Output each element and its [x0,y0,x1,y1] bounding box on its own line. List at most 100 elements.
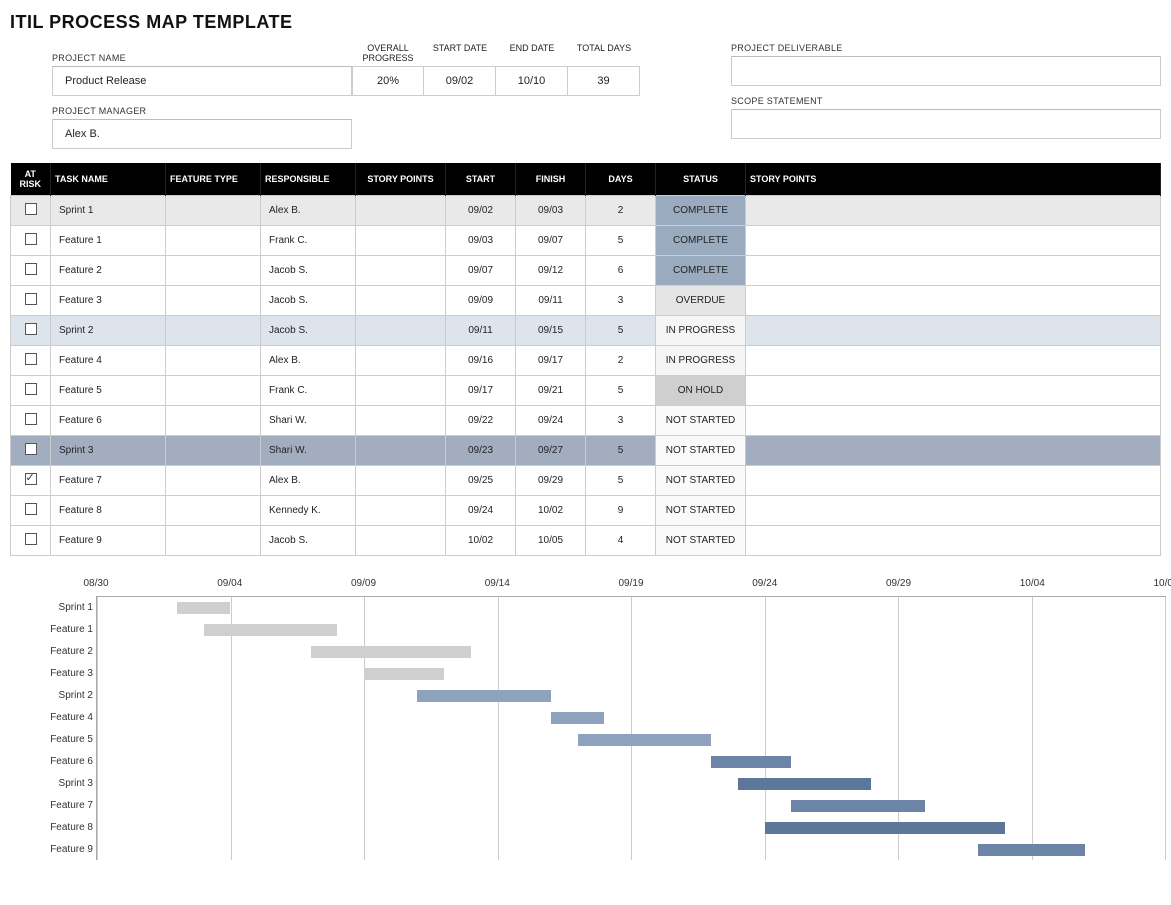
table-row: Feature 7Alex B.09/2509/295NOT STARTED [11,466,1161,496]
at-risk-checkbox[interactable] [25,293,37,305]
page-title: ITIL PROCESS MAP TEMPLATE [10,12,1161,33]
axis-tick: 10/04 [1020,578,1045,589]
task-name-cell: Feature 6 [51,406,166,436]
gantt-chart: 08/3009/0409/0909/1409/1909/2409/2910/04… [10,578,1161,860]
task-name-cell: Feature 1 [51,226,166,256]
days-cell: 5 [586,316,656,346]
table-row: Feature 5Frank C.09/1709/215ON HOLD [11,376,1161,406]
at-risk-checkbox[interactable] [25,443,37,455]
status-cell: NOT STARTED [656,406,746,436]
gantt-bar [738,778,872,790]
gantt-bar [204,624,338,636]
col-responsible: RESPONSIBLE [261,163,356,196]
col-days: DAYS [586,163,656,196]
start-cell: 09/24 [446,496,516,526]
end-date-value: 10/10 [496,66,568,96]
table-row: Feature 2Jacob S.09/0709/126COMPLETE [11,256,1161,286]
col-status: STATUS [656,163,746,196]
gantt-row: Feature 3 [97,663,1165,685]
project-deliverable-field[interactable] [731,56,1161,86]
responsible-cell: Alex B. [261,346,356,376]
start-date-value: 09/02 [424,66,496,96]
responsible-cell: Shari W. [261,406,356,436]
responsible-cell: Alex B. [261,466,356,496]
axis-tick: 09/24 [752,578,777,589]
gantt-bar [711,756,791,768]
status-cell: NOT STARTED [656,496,746,526]
story-points-2-cell [746,286,1161,316]
at-risk-checkbox[interactable] [25,353,37,365]
at-risk-checkbox[interactable] [25,233,37,245]
gantt-bar [311,646,471,658]
col-story-points-2: STORY POINTS [746,163,1161,196]
finish-cell: 09/29 [516,466,586,496]
story-points-2-cell [746,466,1161,496]
days-cell: 2 [586,196,656,226]
col-task-name: TASK NAME [51,163,166,196]
status-cell: ON HOLD [656,376,746,406]
project-manager-field[interactable]: Alex B. [52,119,352,149]
status-cell: IN PROGRESS [656,346,746,376]
feature-type-cell [166,496,261,526]
gantt-row-label: Feature 6 [17,751,93,773]
story-points-2-cell [746,226,1161,256]
gantt-row: Feature 8 [97,817,1165,839]
at-risk-checkbox[interactable] [25,503,37,515]
col-feature-type: FEATURE TYPE [166,163,261,196]
status-cell: IN PROGRESS [656,316,746,346]
gantt-row-label: Feature 5 [17,729,93,751]
scope-statement-field[interactable] [731,109,1161,139]
feature-type-cell [166,376,261,406]
gantt-row: Feature 6 [97,751,1165,773]
status-cell: COMPLETE [656,256,746,286]
gantt-row: Sprint 3 [97,773,1165,795]
responsible-cell: Jacob S. [261,286,356,316]
story-points-cell [356,406,446,436]
story-points-cell [356,526,446,556]
days-cell: 4 [586,526,656,556]
responsible-cell: Jacob S. [261,526,356,556]
table-row: Feature 9Jacob S.10/0210/054NOT STARTED [11,526,1161,556]
finish-cell: 09/15 [516,316,586,346]
days-cell: 5 [586,226,656,256]
days-cell: 9 [586,496,656,526]
story-points-2-cell [746,256,1161,286]
feature-type-cell [166,346,261,376]
story-points-2-cell [746,526,1161,556]
at-risk-checkbox[interactable] [25,263,37,275]
table-row: Sprint 1Alex B.09/0209/032COMPLETE [11,196,1161,226]
project-name-field[interactable]: Product Release [52,66,352,96]
table-row: Feature 4Alex B.09/1609/172IN PROGRESS [11,346,1161,376]
gantt-bar [551,712,604,724]
responsible-cell: Shari W. [261,436,356,466]
responsible-cell: Frank C. [261,226,356,256]
at-risk-checkbox[interactable] [25,413,37,425]
gantt-row-label: Feature 1 [17,619,93,641]
responsible-cell: Jacob S. [261,316,356,346]
at-risk-checkbox[interactable] [25,533,37,545]
label-end-date: END DATE [496,43,568,66]
axis-tick: 09/19 [618,578,643,589]
at-risk-checkbox[interactable] [25,323,37,335]
col-at-risk: AT RISK [11,163,51,196]
axis-tick: 08/30 [83,578,108,589]
days-cell: 5 [586,436,656,466]
at-risk-checkbox[interactable] [25,383,37,395]
axis-tick: 09/14 [485,578,510,589]
story-points-2-cell [746,436,1161,466]
finish-cell: 09/03 [516,196,586,226]
gantt-bar [578,734,712,746]
days-cell: 6 [586,256,656,286]
story-points-cell [356,226,446,256]
responsible-cell: Alex B. [261,196,356,226]
total-days-value: 39 [568,66,640,96]
gantt-row-label: Feature 4 [17,707,93,729]
gantt-bar [765,822,1005,834]
at-risk-checkbox[interactable] [25,203,37,215]
status-cell: COMPLETE [656,196,746,226]
project-summary: PROJECT NAME Product Release OVERALL PRO… [10,43,1161,163]
axis-tick: 10/09 [1153,578,1171,589]
task-name-cell: Feature 7 [51,466,166,496]
at-risk-checkbox[interactable] [25,473,37,485]
days-cell: 5 [586,376,656,406]
